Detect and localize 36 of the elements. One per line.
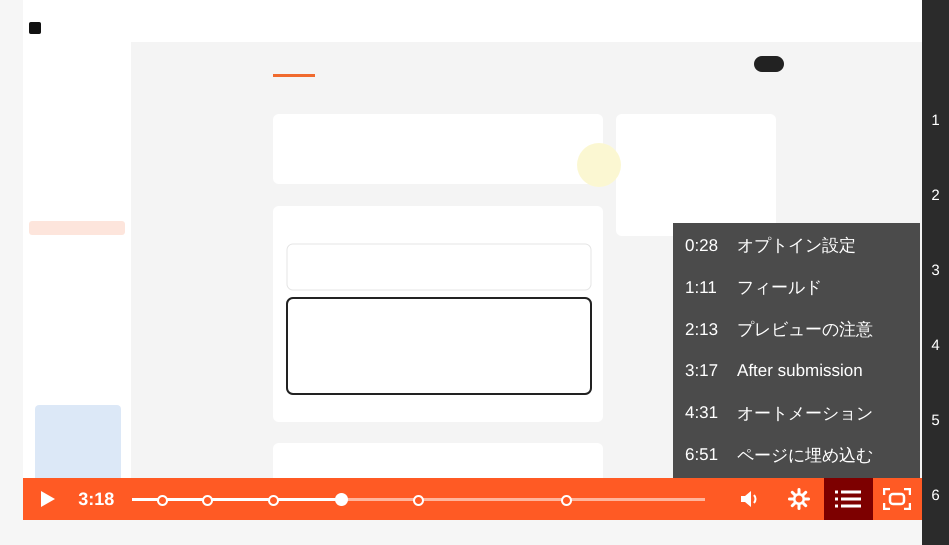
chapter-item[interactable]: 4:31 オートメーション [673,393,920,434]
current-time: 3:18 [78,488,114,510]
chapter-marker [413,494,424,506]
chapter-time: 3:17 [685,361,720,382]
chapter-time: 0:28 [685,236,720,256]
chapter-time: 1:11 [685,278,718,298]
chapter-title: フィールド [737,277,822,300]
gear-icon [788,488,810,510]
chapter-marker [202,494,214,506]
list-icon [835,489,862,509]
chapter-title: オプトイン設定 [737,235,856,258]
line-number: 1 [931,111,940,131]
chapter-item[interactable]: 0:28 オプトイン設定 [673,226,920,266]
chapter-time: 6:51 [685,445,720,466]
chapter-marker [156,494,168,506]
chapter-title: オートメーション [737,402,873,425]
play-icon [40,490,56,508]
chapter-marker [560,494,572,506]
chapter-title: プレビューの注意 [737,319,873,342]
chapter-time: 2:13 [685,320,720,340]
chapter-time: 4:31 [685,403,720,424]
line-number: 4 [931,336,940,356]
progress-thumb[interactable] [335,492,348,506]
chapter-item[interactable]: 1:11 フィールド [673,268,920,308]
chapters-button[interactable] [824,478,873,520]
line-number: 6 [931,486,940,506]
fullscreen-icon [883,488,912,510]
chapter-item[interactable]: 2:13 プレビューの注意 [673,310,920,350]
line-number: 2 [931,186,940,206]
chapter-title: ページに埋め込む [737,444,873,467]
chapter-title: After submission [737,361,863,382]
line-number: 5 [931,411,940,431]
chapter-item[interactable]: 6:51 ページに埋め込む [673,435,920,476]
chapter-marker [268,494,279,506]
line-number: 3 [931,261,940,281]
chapter-item[interactable]: 3:17 After submission [673,351,920,392]
